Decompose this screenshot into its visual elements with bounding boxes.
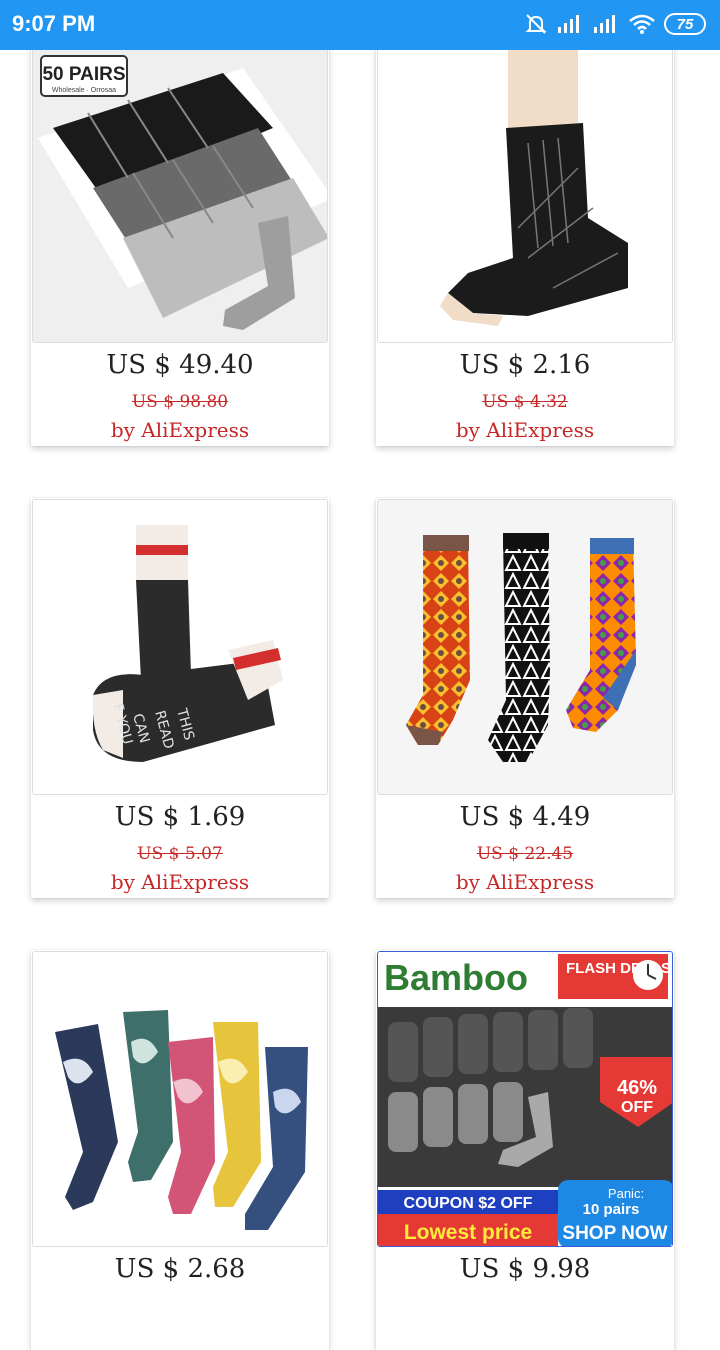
wifi-icon — [628, 13, 656, 35]
product-card[interactable]: F YOU CAN READ THIS US $ 1.69 US $ 5.07 … — [31, 498, 329, 898]
status-time: 9:07 PM — [12, 11, 96, 36]
ad-pairs: 10 pairs — [583, 1201, 640, 1218]
product-card[interactable]: US $ 2.68 — [31, 950, 329, 1350]
ad-panic: Panic: — [608, 1186, 644, 1201]
product-original-price: US $ 98.80 — [131, 392, 229, 412]
product-price: US $ 49.40 — [106, 350, 254, 380]
product-price: US $ 2.16 — [459, 350, 591, 380]
product-card[interactable]: Bamboo FLASH DEALS 46% OFF COUPON $2 OFF… — [376, 950, 674, 1350]
product-seller[interactable]: by AliExpress — [376, 418, 674, 442]
product-original-price: US $ 5.07 — [137, 844, 223, 864]
product-image-sock-box[interactable]: 50 PAIRS Wholesale · Orrosaa — [32, 47, 328, 343]
status-bar: 9:07 PM 75 — [0, 0, 720, 50]
ad-off: OFF — [621, 1099, 653, 1116]
product-price: US $ 1.69 — [114, 802, 246, 832]
ad-coupon: COUPON $2 OFF — [404, 1195, 533, 1212]
cell-signal-icon — [592, 13, 620, 35]
ad-shop-now: SHOP NOW — [562, 1223, 667, 1244]
product-image-novelty-sock[interactable]: F YOU CAN READ THIS — [32, 499, 328, 795]
mute-bell-icon — [524, 12, 548, 36]
cell-signal-icon — [556, 13, 584, 35]
ad-discount: 46% — [617, 1077, 657, 1099]
ad-brand: Bamboo — [384, 957, 528, 998]
product-seller[interactable]: by AliExpress — [376, 870, 674, 894]
product-image-compression-sock[interactable] — [377, 47, 673, 343]
product-card[interactable]: 50 PAIRS Wholesale · Orrosaa US $ 49.40 … — [31, 46, 329, 446]
product-card[interactable]: US $ 2.16 US $ 4.32 by AliExpress — [376, 46, 674, 446]
battery-icon: 75 — [664, 13, 706, 35]
product-original-price: US $ 4.32 — [482, 392, 568, 412]
product-seller[interactable]: by AliExpress — [31, 870, 329, 894]
badge-subtext: Wholesale · Orrosaa — [52, 87, 116, 94]
product-image-patterned-socks[interactable] — [377, 499, 673, 795]
product-original-price: US $ 22.45 — [476, 844, 574, 864]
product-seller[interactable]: by AliExpress — [31, 418, 329, 442]
badge-text: 50 PAIRS — [42, 64, 125, 85]
product-image-bamboo-ad[interactable]: Bamboo FLASH DEALS 46% OFF COUPON $2 OFF… — [377, 951, 673, 1247]
product-price: US $ 4.49 — [459, 802, 591, 832]
ad-lowest-price: Lowest price — [404, 1221, 532, 1244]
product-grid: 50 PAIRS Wholesale · Orrosaa US $ 49.40 … — [0, 0, 720, 1350]
product-image-tie-dye-socks[interactable] — [32, 951, 328, 1247]
product-card[interactable]: US $ 4.49 US $ 22.45 by AliExpress — [376, 498, 674, 898]
